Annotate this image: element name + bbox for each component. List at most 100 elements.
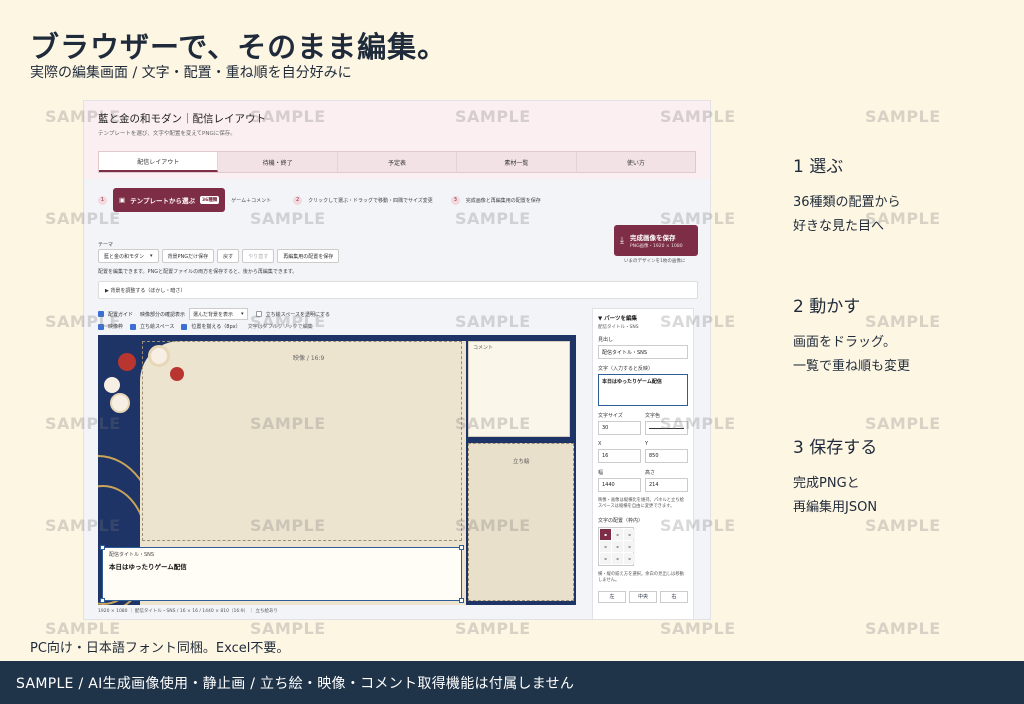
undo-button[interactable]: 戻す [217, 249, 240, 263]
feature-move: 2 動かす 画面をドラッグ。 一覧で重ね順も変更 [793, 292, 910, 379]
theme-label: テーマ [98, 242, 114, 248]
panel-header[interactable]: ▼ パーツを編集 [598, 314, 688, 322]
heading-label: 見出し [598, 337, 614, 343]
y-input[interactable]: 850 [645, 449, 688, 463]
feature-heading: 1 選ぶ [793, 157, 844, 177]
align-right-button[interactable]: 右 [660, 590, 688, 603]
heading-input[interactable]: 配信タイトル・SNS [598, 345, 688, 359]
resize-handle[interactable] [459, 545, 464, 550]
template-icon: ▣ [119, 196, 126, 204]
x-label: X [598, 441, 602, 447]
align-cell[interactable]: ▪ [612, 552, 623, 564]
align-note: 横・縦の揃え方を選択。余白の見出しは移動しません。 [598, 571, 684, 584]
template-select-button[interactable]: ▣ テンプレートから選ぶ 36種類 [113, 188, 226, 212]
blossom-decoration [104, 377, 120, 393]
tab-schedule[interactable]: 予定表 [338, 152, 458, 172]
feature-line: 画面をドラッグ。 [793, 335, 896, 350]
video-frame-label: 映像 / 16:9 [293, 355, 325, 362]
stand-frame-label: 立ち絵 [513, 459, 530, 465]
background-adjust-toggle[interactable]: ▶ 背景を調整する（ぼかし・暗さ） [98, 281, 698, 299]
color-input[interactable] [645, 421, 688, 435]
steps-row: 1 ▣ テンプレートから選ぶ 36種類 ゲーム＋コメント 2 クリックして選ぶ・… [98, 187, 698, 213]
edit-hint: 配置を編集できます。PNGと配置ファイルの両方を保存すると、後から再編集できます… [98, 269, 298, 275]
footnote: PC向け・日本語フォント同梱。Excel不要。 [30, 641, 290, 656]
video-frame-label: 映像枠 [108, 324, 124, 330]
feature-body: 画面をドラッグ。 一覧で重ね順も変更 [793, 331, 910, 379]
step-text: クリックして選ぶ・ドラッグで移動・四隅でサイズ変更 [308, 197, 433, 204]
step-number: 2 [293, 195, 303, 205]
preview-select-value: 選んだ背景を表示 [193, 311, 234, 318]
layout-canvas[interactable]: 映像 / 16:9 コメント 立ち絵 配信タイトル・SNS 本日はゆったりゲーム… [98, 335, 576, 605]
align-cell[interactable]: ▪ [624, 528, 635, 540]
watermark: SAMPLE [865, 414, 941, 433]
font-size-input[interactable]: 30 [598, 421, 641, 435]
footer-bar: SAMPLE / AI生成画像使用・静止画 / 立ち絵・映像・コメント取得機能は… [0, 661, 1024, 704]
guide-checkbox[interactable] [98, 311, 104, 317]
tab-howto[interactable]: 使い方 [577, 152, 695, 172]
watermark: SAMPLE [865, 619, 941, 638]
align-cell[interactable]: ▪ [624, 540, 635, 552]
feature-line: 完成PNGと [793, 476, 860, 491]
snap-label: 位置を揃える（8px） [191, 324, 241, 330]
download-icon: ⤓ [620, 235, 624, 246]
text-input[interactable]: 本日はゆったりゲーム配信 [598, 374, 688, 406]
align-buttons: 左 中央 右 [598, 590, 688, 603]
align-cell[interactable]: ▪ [600, 540, 611, 552]
title-text-box[interactable]: 配信タイトル・SNS 本日はゆったりゲーム配信 [102, 547, 462, 601]
template-button-label: テンプレートから選ぶ [130, 197, 195, 205]
feature-body: 完成PNGと 再編集用JSON [793, 472, 877, 520]
align-cell[interactable]: ▪ [600, 528, 611, 540]
transparent-label: 立ち絵スペースを透明にする [265, 311, 331, 318]
comment-frame[interactable]: コメント [468, 341, 570, 437]
watermark: SAMPLE [865, 107, 941, 126]
feature-save: 3 保存する 完成PNGと 再編集用JSON [793, 433, 877, 520]
redo-button[interactable]: やり直す [242, 249, 275, 263]
align-cell[interactable]: ▪ [612, 540, 623, 552]
feature-body: 36種類の配置から 好きな見た目へ [793, 191, 901, 239]
theme-select-value: 藍と金の和モダン [104, 253, 145, 260]
theme-select[interactable]: 藍と金の和モダン ▾ [98, 249, 159, 263]
align-left-button[interactable]: 左 [598, 590, 626, 603]
align-cell[interactable]: ▪ [624, 552, 635, 564]
tab-standby[interactable]: 待機・終了 [218, 152, 338, 172]
stand-space-checkbox[interactable] [130, 323, 137, 330]
height-input[interactable]: 214 [645, 478, 688, 492]
transparent-checkbox[interactable] [255, 311, 262, 317]
guide-label: 配置ガイド [108, 311, 134, 318]
stand-frame[interactable]: 立ち絵 [468, 443, 574, 601]
chevron-down-icon: ▾ [241, 311, 244, 317]
video-frame-checkbox[interactable] [98, 323, 104, 330]
watermark: SAMPLE [455, 619, 531, 638]
page-subhead: 実際の編集画面 / 文字・配置・重ね順を自分好みに [30, 65, 352, 81]
snap-checkbox[interactable] [181, 323, 188, 330]
video-frame[interactable]: 映像 / 16:9 [142, 341, 462, 541]
feature-line: 一覧で重ね順も変更 [793, 359, 911, 374]
align-cell[interactable]: ▪ [612, 528, 623, 540]
watermark: SAMPLE [45, 619, 121, 638]
stand-space-label: 立ち絵スペース [140, 324, 175, 330]
resize-handle[interactable] [459, 598, 464, 603]
width-input[interactable]: 1440 [598, 478, 641, 492]
watermark: SAMPLE [660, 619, 736, 638]
feature-line: 再編集用JSON [793, 500, 878, 515]
align-cell[interactable]: ▪ [600, 552, 611, 564]
tab-layout[interactable]: 配信レイアウト [99, 152, 219, 172]
preview-select[interactable]: 選んだ背景を表示 ▾ [189, 308, 248, 320]
watermark: SAMPLE [250, 619, 326, 638]
save-background-button[interactable]: 背景PNGだけ保存 [161, 249, 215, 263]
save-image-button[interactable]: ⤓ 完成画像を保存 PNG画像・1920 × 1080 [614, 225, 698, 256]
x-input[interactable]: 16 [598, 449, 641, 463]
tab-assets[interactable]: 素材一覧 [457, 152, 577, 172]
editor-screenshot: 藍と金の和モダン｜配信レイアウト テンプレートを選び、文字や配置を変えてPNGに… [83, 100, 711, 620]
align-label: 文字の配置（枠内） [598, 517, 644, 524]
panel-selected: 配信タイトル・SNS [598, 325, 639, 330]
app-header: 藍と金の和モダン｜配信レイアウト テンプレートを選び、文字や配置を変えてPNGに… [84, 101, 710, 179]
save-layout-button[interactable]: 再編集用の配置を保存 [277, 249, 340, 263]
y-label: Y [645, 441, 649, 447]
resize-handle[interactable] [100, 545, 105, 550]
resize-handle[interactable] [100, 598, 105, 603]
align-center-button[interactable]: 中央 [629, 590, 657, 603]
feature-line: 好きな見た目へ [793, 219, 885, 234]
width-label: 幅 [598, 470, 604, 476]
height-label: 高さ [645, 470, 656, 476]
